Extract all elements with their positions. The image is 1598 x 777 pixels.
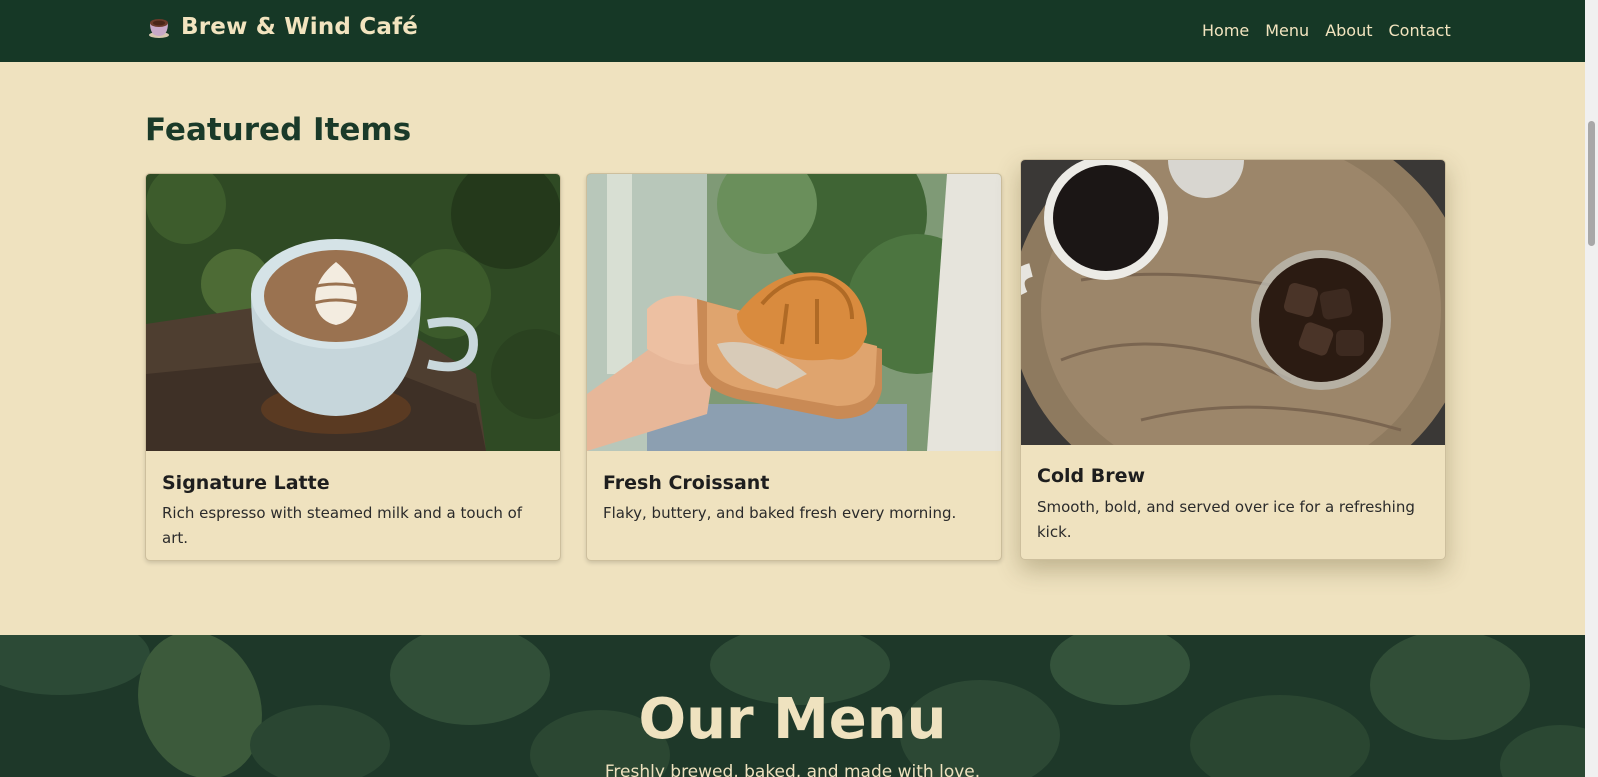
nav-links: Home Menu About Contact xyxy=(1202,21,1451,40)
featured-card-latte[interactable]: Signature Latte Rich espresso with steam… xyxy=(145,173,561,561)
featured-card-cold-brew[interactable]: Cold Brew Smooth, bold, and served over … xyxy=(1020,159,1446,560)
card-description: Smooth, bold, and served over ice for a … xyxy=(1037,498,1415,541)
featured-heading: Featured Items xyxy=(145,112,412,148)
menu-title: Our Menu xyxy=(638,687,947,752)
scrollbar-thumb[interactable] xyxy=(1588,121,1595,246)
navbar: Brew & Wind Café Home Menu About Contact xyxy=(0,0,1585,62)
brand-name: Brew & Wind Café xyxy=(181,14,419,40)
featured-card-croissant[interactable]: Fresh Croissant Flaky, buttery, and bake… xyxy=(586,173,1002,561)
card-description: Flaky, buttery, and baked fresh every mo… xyxy=(603,504,957,522)
page-scrollbar[interactable] xyxy=(1585,0,1598,777)
nav-about[interactable]: About xyxy=(1325,21,1372,40)
card-description: Rich espresso with steamed milk and a to… xyxy=(162,504,523,547)
brand-link[interactable]: Brew & Wind Café xyxy=(147,14,418,40)
menu-subtitle: Freshly brewed, baked, and made with lov… xyxy=(604,762,981,777)
menu-hero: Our Menu Freshly brewed, baked, and made… xyxy=(0,635,1585,777)
card-title: Fresh Croissant xyxy=(603,472,770,494)
card-title: Cold Brew xyxy=(1037,465,1146,487)
coffee-cup-icon xyxy=(147,15,171,39)
nav-home[interactable]: Home xyxy=(1202,21,1249,40)
card-title: Signature Latte xyxy=(162,472,330,494)
nav-menu[interactable]: Menu xyxy=(1265,21,1309,40)
coffee-cups-on-wood-photo xyxy=(1021,160,1445,445)
latte-art-photo xyxy=(146,174,560,451)
croissant-on-tray-photo xyxy=(587,174,1001,451)
nav-contact[interactable]: Contact xyxy=(1389,21,1451,40)
